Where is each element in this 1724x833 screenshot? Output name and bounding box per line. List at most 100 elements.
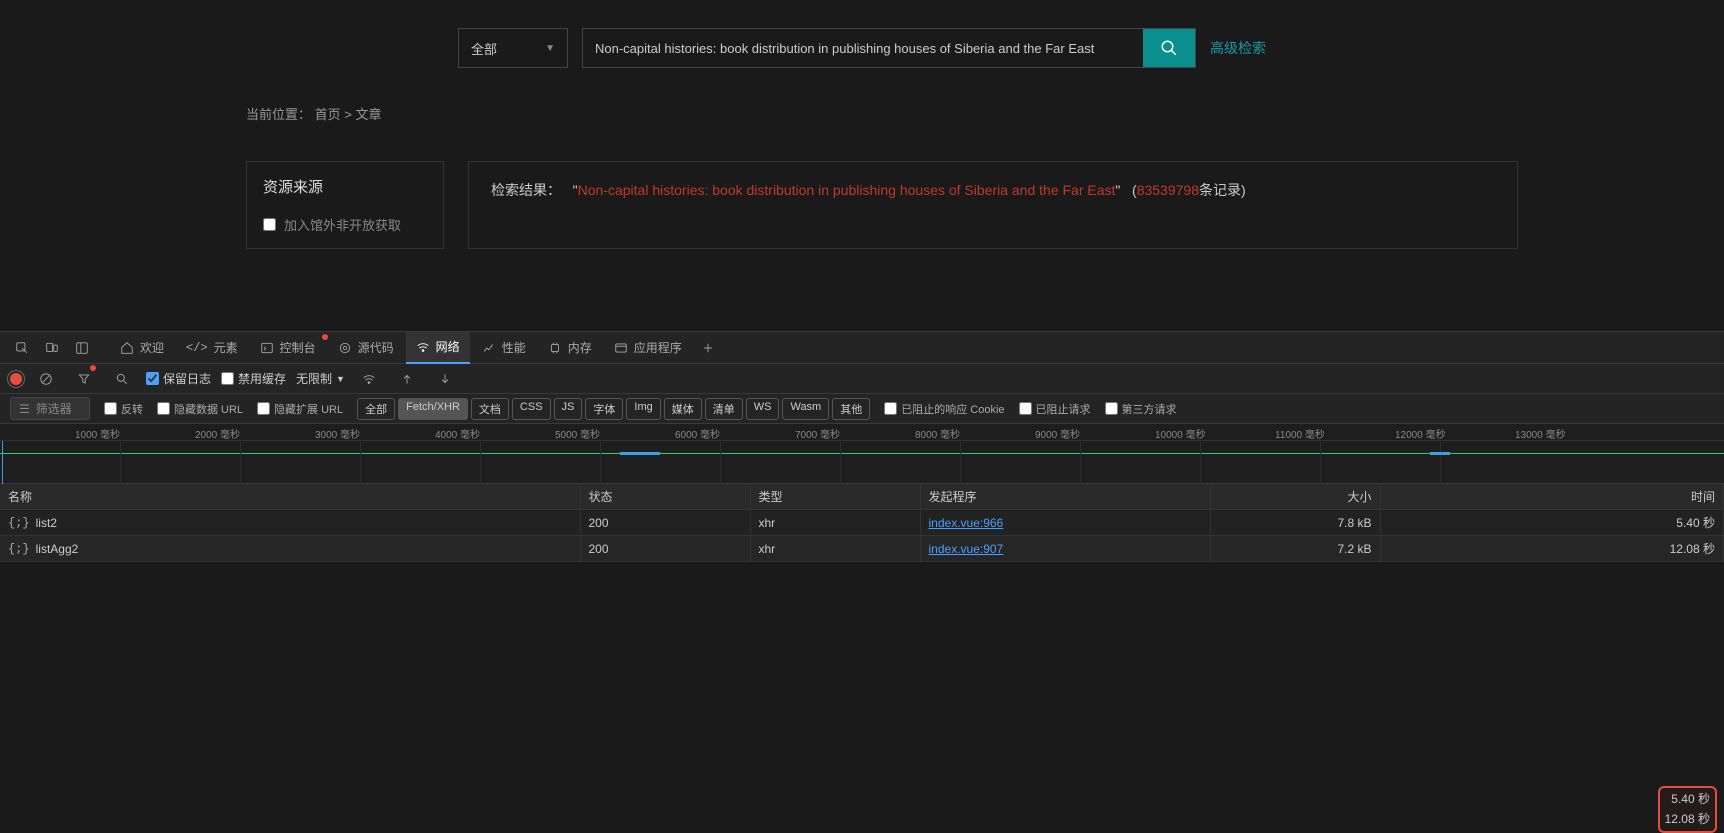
disable-cache-checkbox[interactable]: 禁用缓存: [221, 370, 286, 387]
pill-ws[interactable]: WS: [746, 398, 780, 420]
filter-input[interactable]: ☰ 筛选器: [10, 397, 90, 420]
search-input[interactable]: [583, 29, 1143, 67]
tab-performance[interactable]: 性能: [472, 332, 536, 364]
search-scope-value: 全部: [471, 39, 497, 58]
col-name[interactable]: 名称: [0, 484, 580, 510]
ruler-tick: 11000 毫秒: [1275, 426, 1325, 441]
inspect-icon[interactable]: [8, 334, 36, 362]
tab-network[interactable]: 网络: [406, 332, 470, 364]
hide-ext-checkbox[interactable]: 隐藏扩展 URL: [257, 401, 343, 417]
export-button[interactable]: [431, 365, 459, 393]
invert-checkbox[interactable]: 反转: [104, 401, 143, 417]
disable-cache-input[interactable]: [221, 372, 234, 385]
blocked-cookie-input[interactable]: [884, 402, 897, 415]
pill-fetch[interactable]: Fetch/XHR: [398, 398, 468, 420]
sidebar-option-external[interactable]: 加入馆外非开放获取: [263, 215, 427, 234]
filter-toggle[interactable]: [70, 365, 98, 393]
json-icon: {;}: [8, 516, 30, 530]
search-button[interactable]: [1143, 29, 1195, 67]
blocked-cookie-checkbox[interactable]: 已阻止的响应 Cookie: [884, 401, 1004, 417]
sidebar-option-checkbox[interactable]: [263, 218, 276, 231]
col-status[interactable]: 状态: [580, 484, 750, 510]
ruler-tick: 3000 毫秒: [315, 426, 360, 441]
invert-input[interactable]: [104, 402, 117, 415]
timeline-ruler: 1000 毫秒 2000 毫秒 3000 毫秒 4000 毫秒 5000 毫秒 …: [0, 424, 1724, 440]
ruler-tick: 1000 毫秒: [75, 426, 120, 441]
table-row[interactable]: {;}listAgg2 200 xhr index.vue:907 7.2 kB…: [0, 536, 1724, 562]
network-filter-bar: ☰ 筛选器 反转 隐藏数据 URL 隐藏扩展 URL 全部 Fetch/XHR …: [0, 394, 1724, 424]
filter-icon: [77, 372, 91, 386]
hide-data-checkbox[interactable]: 隐藏数据 URL: [157, 401, 243, 417]
request-initiator[interactable]: index.vue:966: [929, 516, 1004, 530]
hide-ext-label: 隐藏扩展 URL: [274, 401, 343, 417]
advanced-search-link[interactable]: 高级检索: [1210, 38, 1266, 58]
third-party-checkbox[interactable]: 第三方请求: [1105, 401, 1177, 417]
add-tab-button[interactable]: [694, 334, 722, 362]
third-party-input[interactable]: [1105, 402, 1118, 415]
clear-button[interactable]: [32, 365, 60, 393]
pill-other[interactable]: 其他: [832, 398, 870, 420]
hide-data-input[interactable]: [157, 402, 170, 415]
blocked-req-input[interactable]: [1019, 402, 1032, 415]
import-button[interactable]: [393, 365, 421, 393]
tab-memory[interactable]: 内存: [538, 332, 602, 364]
timeline-bar: [620, 452, 660, 455]
col-time[interactable]: 时间: [1380, 484, 1724, 510]
tab-console[interactable]: 控制台: [250, 332, 326, 364]
preserve-log-label: 保留日志: [163, 370, 211, 387]
memory-icon: [548, 341, 562, 355]
application-icon: [614, 341, 628, 355]
request-name: listAgg2: [36, 542, 79, 556]
ruler-tick: 12000 毫秒: [1395, 426, 1446, 441]
pill-img[interactable]: Img: [626, 398, 660, 420]
pill-wasm[interactable]: Wasm: [782, 398, 829, 420]
dock-icon[interactable]: [68, 334, 96, 362]
throttling-select[interactable]: 无限制 ▼: [296, 370, 345, 387]
sidebar-title: 资源来源: [263, 176, 427, 197]
pill-js[interactable]: JS: [554, 398, 583, 420]
search-icon: [115, 372, 129, 386]
tab-elements[interactable]: </> 元素: [176, 332, 248, 364]
blocked-req-checkbox[interactable]: 已阻止请求: [1019, 401, 1091, 417]
pill-css[interactable]: CSS: [512, 398, 551, 420]
table-row[interactable]: {;}list2 200 xhr index.vue:966 7.8 kB 5.…: [0, 510, 1724, 536]
col-size[interactable]: 大小: [1210, 484, 1380, 510]
search-scope-select[interactable]: 全部 ▼: [458, 28, 568, 68]
pill-media[interactable]: 媒体: [664, 398, 702, 420]
hide-ext-input[interactable]: [257, 402, 270, 415]
ruler-tick: 10000 毫秒: [1155, 426, 1206, 441]
pill-manifest[interactable]: 清单: [705, 398, 743, 420]
tab-application-label: 应用程序: [634, 339, 682, 356]
network-timeline[interactable]: 1000 毫秒 2000 毫秒 3000 毫秒 4000 毫秒 5000 毫秒 …: [0, 424, 1724, 484]
device-toolbar-icon[interactable]: [38, 334, 66, 362]
sources-icon: [338, 341, 352, 355]
results-prefix: 检索结果：: [491, 182, 561, 198]
record-button[interactable]: [10, 373, 22, 385]
pill-doc[interactable]: 文档: [471, 398, 509, 420]
breadcrumb-home[interactable]: 首页: [315, 107, 341, 122]
tab-application[interactable]: 应用程序: [604, 332, 692, 364]
search-toggle[interactable]: [108, 365, 136, 393]
col-type[interactable]: 类型: [750, 484, 920, 510]
tab-sources[interactable]: 源代码: [328, 332, 404, 364]
request-time: 5.40 秒: [1380, 510, 1724, 536]
third-party-label: 第三方请求: [1122, 401, 1177, 417]
tab-welcome[interactable]: 欢迎: [110, 332, 174, 364]
highlight-time-1: 5.40 秒: [1665, 789, 1710, 809]
content-row: 资源来源 加入馆外非开放获取 检索结果： "Non-capital histor…: [0, 131, 1724, 249]
network-conditions-button[interactable]: [355, 365, 383, 393]
pill-font[interactable]: 字体: [585, 398, 623, 420]
request-initiator[interactable]: index.vue:907: [929, 542, 1004, 556]
pill-all[interactable]: 全部: [357, 398, 395, 420]
disable-cache-label: 禁用缓存: [238, 370, 286, 387]
col-initiator[interactable]: 发起程序: [920, 484, 1210, 510]
ruler-tick: 6000 毫秒: [675, 426, 720, 441]
timeline-cursor[interactable]: [2, 441, 3, 484]
code-icon: </>: [186, 341, 208, 355]
breadcrumb-page[interactable]: 文章: [356, 107, 382, 122]
ruler-tick: 13000 毫秒: [1515, 426, 1566, 441]
preserve-log-input[interactable]: [146, 372, 159, 385]
console-icon: [260, 341, 274, 355]
time-highlight-box: 5.40 秒 12.08 秒: [1658, 786, 1717, 833]
preserve-log-checkbox[interactable]: 保留日志: [146, 370, 211, 387]
